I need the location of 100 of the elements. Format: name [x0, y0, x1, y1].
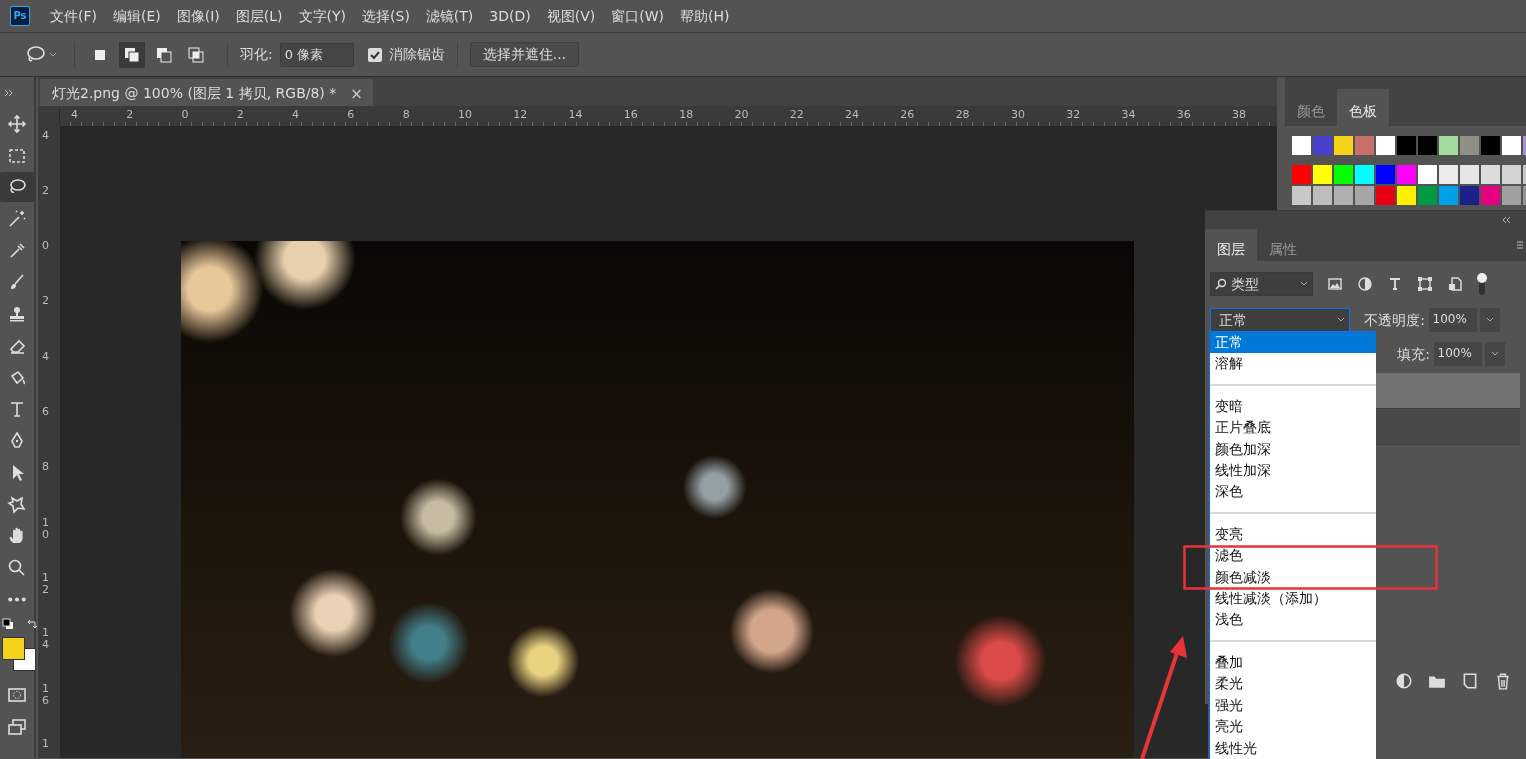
- close-tab-button[interactable]: ×: [350, 83, 363, 106]
- color-swatch[interactable]: [1460, 186, 1479, 205]
- quick-mask-icon[interactable]: [7, 685, 27, 705]
- fill-field[interactable]: 100%: [1433, 342, 1482, 366]
- color-swatch[interactable]: [1439, 136, 1458, 155]
- opacity-field[interactable]: 100%: [1428, 308, 1477, 332]
- move-icon: [7, 114, 27, 134]
- color-swatch[interactable]: [1418, 165, 1437, 184]
- new-layer-icon[interactable]: [1461, 672, 1479, 690]
- menu-option[interactable]: 线性减淡（添加）: [1210, 588, 1376, 610]
- menu-option[interactable]: 溶解: [1210, 353, 1376, 375]
- image-icon[interactable]: [1327, 276, 1343, 292]
- blend-mode-dropdown[interactable]: 正常: [1210, 308, 1350, 332]
- menu-option[interactable]: 颜色减淡: [1210, 566, 1376, 589]
- smart-object-icon[interactable]: [1447, 276, 1463, 292]
- menu-item[interactable]: 图像(I): [168, 5, 228, 27]
- menu-option[interactable]: 颜色加深: [1210, 438, 1376, 461]
- color-swatch[interactable]: [1439, 186, 1458, 205]
- panel-tab[interactable]: 图层: [1205, 229, 1257, 261]
- filter-dropdown[interactable]: 类型: [1210, 272, 1313, 296]
- color-swatch[interactable]: [1502, 136, 1521, 155]
- color-swatch[interactable]: [1376, 165, 1395, 184]
- document-tab[interactable]: 灯光2.png @ 100% (图层 1 拷贝, RGB/8) * ×: [40, 79, 373, 106]
- color-swatch[interactable]: [1355, 186, 1374, 205]
- color-swatch[interactable]: [1334, 165, 1353, 184]
- menu-option[interactable]: 柔光: [1210, 673, 1376, 695]
- menu-item[interactable]: 窗口(W): [603, 5, 673, 27]
- color-swatch[interactable]: [1376, 136, 1395, 155]
- color-swatch[interactable]: [1397, 136, 1416, 155]
- trash-icon[interactable]: [1494, 672, 1512, 690]
- select-and-mask-button[interactable]: 选择并遮住...: [469, 42, 580, 67]
- color-swatch[interactable]: [1460, 165, 1479, 184]
- menu-item[interactable]: 编辑(E): [105, 5, 169, 27]
- menu-option[interactable]: 浅色: [1210, 609, 1376, 631]
- selection-mode-button[interactable]: [119, 41, 145, 68]
- menu-option[interactable]: 线性加深: [1210, 460, 1376, 482]
- tool-button[interactable]: [0, 172, 34, 203]
- color-swatch[interactable]: [1502, 165, 1521, 184]
- screen-mode-icon[interactable]: [7, 716, 27, 737]
- type-icon[interactable]: [1387, 276, 1403, 292]
- color-swatch[interactable]: [1397, 165, 1416, 184]
- color-swatch[interactable]: [1460, 136, 1479, 155]
- color-swatch[interactable]: [1376, 186, 1395, 205]
- menu-item[interactable]: 文字(Y): [290, 5, 355, 27]
- menu-item[interactable]: 滤镜(T): [417, 5, 482, 27]
- color-chips-icon[interactable]: [2, 637, 36, 671]
- color-swatch[interactable]: [1355, 165, 1374, 184]
- menu-item[interactable]: 3D(D): [481, 5, 539, 27]
- stamp-icon: [7, 304, 27, 325]
- color-swatch[interactable]: [1313, 136, 1332, 155]
- color-swatch[interactable]: [1313, 186, 1332, 205]
- menu-item[interactable]: 图层(L): [227, 5, 291, 27]
- transform-icon[interactable]: [1417, 276, 1433, 292]
- app-logo[interactable]: Ps: [10, 6, 30, 26]
- menu-option[interactable]: 变暗: [1210, 395, 1376, 418]
- collapse-icon[interactable]: [1502, 216, 1512, 224]
- ruler-label: 20: [733, 106, 750, 123]
- menu-option[interactable]: 叠加: [1210, 651, 1376, 674]
- menu-option[interactable]: 线性光: [1210, 737, 1376, 759]
- color-swatch[interactable]: [1439, 165, 1458, 184]
- color-swatch[interactable]: [1481, 136, 1500, 155]
- filter-toggle-icon[interactable]: [1477, 272, 1487, 296]
- color-swatch[interactable]: [1292, 165, 1311, 184]
- panel-tab[interactable]: 色板: [1337, 89, 1389, 126]
- color-swatch[interactable]: [1355, 136, 1374, 155]
- ruler-label: 2: [235, 106, 245, 123]
- swap-colors-icon[interactable]: [26, 618, 38, 630]
- adjustment-layer-icon[interactable]: [1395, 672, 1413, 690]
- panel-menu-icon[interactable]: [1516, 239, 1523, 251]
- color-swatch[interactable]: [1292, 136, 1311, 155]
- half-circle-icon[interactable]: [1357, 276, 1373, 292]
- menu-item[interactable]: 文件(F): [42, 5, 105, 27]
- menu-option[interactable]: 深色: [1210, 481, 1376, 503]
- layer-row[interactable]: [1376, 373, 1520, 409]
- ruler-label: 14: [42, 627, 49, 652]
- default-colors-icon[interactable]: [2, 618, 14, 630]
- menu-option[interactable]: 变亮: [1210, 523, 1376, 546]
- color-swatch[interactable]: [1397, 186, 1416, 205]
- color-swatch[interactable]: [1334, 136, 1353, 155]
- color-swatch[interactable]: [1334, 186, 1353, 205]
- color-swatch[interactable]: [1418, 136, 1437, 155]
- color-swatch[interactable]: [1481, 186, 1500, 205]
- menu-option[interactable]: 正常: [1210, 332, 1376, 354]
- color-swatch[interactable]: [1481, 165, 1500, 184]
- color-swatch[interactable]: [1502, 186, 1521, 205]
- color-swatch[interactable]: [1292, 186, 1311, 205]
- anti-alias-checkbox[interactable]: [367, 47, 382, 62]
- feather-field[interactable]: 0 像素: [279, 42, 354, 67]
- menu-option[interactable]: 滤色: [1210, 545, 1376, 567]
- menu-item[interactable]: 选择(S): [354, 5, 418, 27]
- caret-icon: [1337, 317, 1345, 323]
- menu-item[interactable]: 帮助(H): [672, 5, 738, 27]
- menu-item[interactable]: 视图(V): [538, 5, 604, 27]
- menu-option[interactable]: 亮光: [1210, 716, 1376, 738]
- color-swatch[interactable]: [1418, 186, 1437, 205]
- collapse-icon[interactable]: [4, 89, 14, 97]
- menu-option[interactable]: 强光: [1210, 694, 1376, 717]
- color-swatch[interactable]: [1313, 165, 1332, 184]
- ruler-label: 24: [844, 106, 861, 123]
- menu-option[interactable]: 正片叠底: [1210, 417, 1376, 439]
